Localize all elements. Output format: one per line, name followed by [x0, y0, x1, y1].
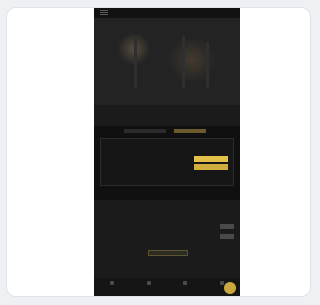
calendar-icon	[146, 281, 151, 285]
list-item[interactable]	[102, 224, 238, 230]
nav-item-1[interactable]	[94, 278, 131, 296]
nav-item-3[interactable]	[167, 278, 204, 296]
ticket-icon	[183, 281, 188, 285]
top-bar	[94, 8, 240, 18]
tab-active[interactable]	[174, 129, 206, 133]
menu-icon[interactable]	[100, 10, 108, 16]
mobile-screen	[94, 8, 240, 296]
toggle-pill[interactable]	[220, 234, 234, 239]
tab-inactive[interactable]	[124, 129, 166, 133]
hero-banner[interactable]	[94, 18, 240, 105]
hero-pillar	[182, 36, 185, 88]
nav-item-2[interactable]	[131, 278, 168, 296]
bottom-nav	[94, 278, 240, 296]
hero-pillar	[206, 42, 209, 88]
cta-button[interactable]	[148, 250, 188, 256]
screenshot-card	[6, 7, 311, 297]
reject-button[interactable]	[194, 164, 228, 170]
profile-icon	[219, 281, 224, 285]
floating-action-button[interactable]	[224, 282, 236, 294]
hero-pillar	[134, 38, 137, 88]
toggle-pill[interactable]	[220, 224, 234, 229]
home-icon	[110, 281, 115, 285]
accept-button[interactable]	[194, 156, 228, 162]
list-item[interactable]	[102, 234, 238, 240]
hero-light	[164, 40, 220, 80]
cookie-consent-dialog	[100, 138, 234, 186]
